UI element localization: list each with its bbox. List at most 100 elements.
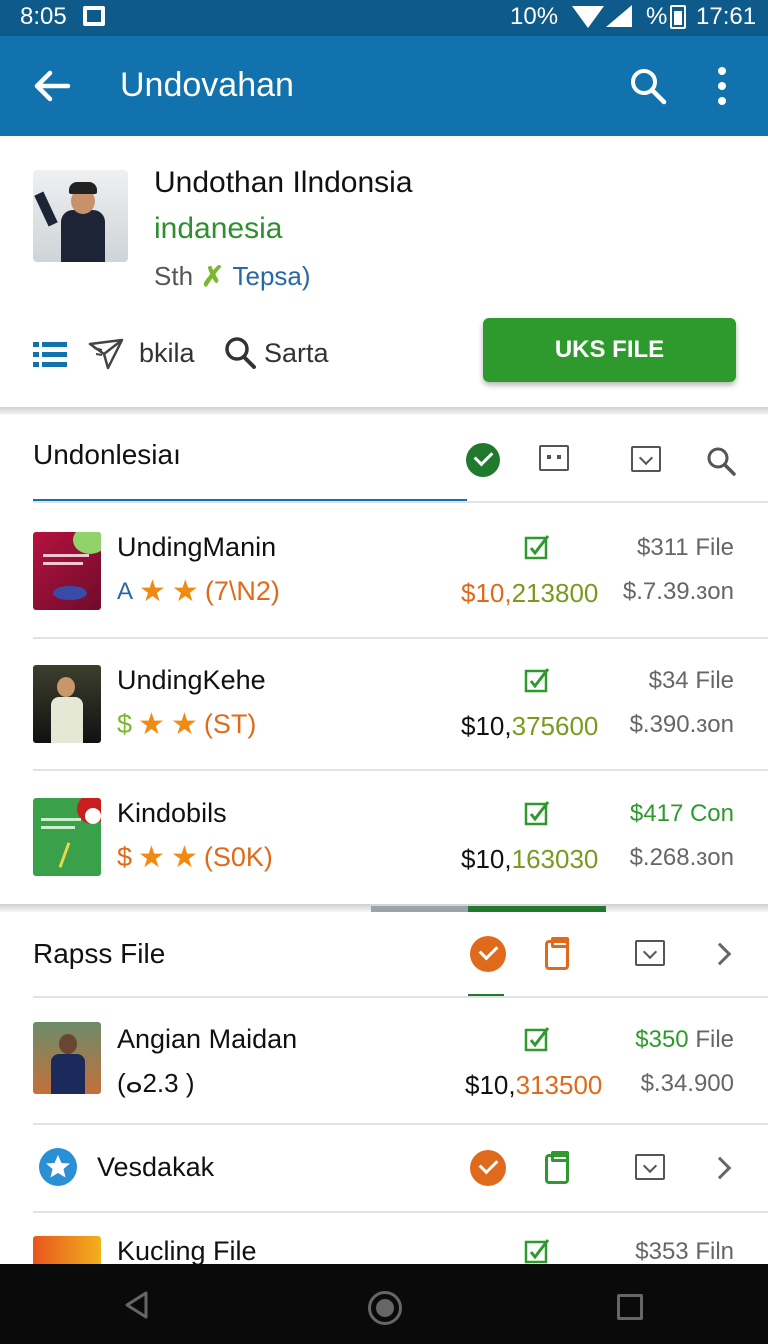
list-item[interactable]: Kindobils $ ★ ★ (S0K) $10,163030 $417 Co… — [0, 770, 768, 902]
send-icon[interactable] — [88, 338, 124, 370]
search-icon[interactable] — [628, 66, 668, 106]
edit-check-icon[interactable] — [524, 534, 550, 560]
item-thumbnail — [33, 1022, 101, 1094]
file-price-word: File — [688, 1026, 734, 1053]
price-tail: 313500 — [515, 1070, 603, 1100]
notification-icon — [83, 6, 105, 26]
item-price: $10,313500 — [465, 1070, 602, 1101]
meta-link[interactable]: Tepsa) — [233, 261, 311, 292]
file-price-value: $350 — [635, 1026, 689, 1053]
system-nav-bar — [0, 1264, 768, 1344]
chevron-right-icon[interactable] — [708, 942, 732, 966]
nav-back-icon[interactable] — [122, 1290, 152, 1320]
meta-label: Sth — [154, 261, 194, 291]
list-item[interactable]: UndingManin A ★ ★ (7\N2) $10,213800 $311… — [0, 504, 768, 636]
section-header-2: Rapss File — [0, 912, 768, 998]
item-title: Angian Maidan — [117, 1024, 298, 1054]
item-rating: A ★ ★ (7\N2) — [117, 576, 280, 607]
profile-name: Undothan Ilndonsia — [154, 166, 413, 199]
chevron-right-icon[interactable] — [708, 1156, 732, 1180]
list-icon[interactable] — [33, 340, 67, 368]
price-tail: 213800 — [511, 578, 599, 608]
rating-text: (7\N2) — [204, 576, 280, 606]
check-circle-icon[interactable] — [470, 936, 506, 972]
divider — [33, 501, 768, 503]
section-divider — [0, 407, 768, 415]
battery-icon — [670, 5, 686, 29]
download-box-icon[interactable] — [635, 940, 665, 966]
list-item[interactable]: Vesdakak — [0, 1124, 768, 1212]
section-title[interactable]: Rapss File — [33, 938, 165, 970]
star-icon: ★ — [171, 574, 199, 608]
list-item[interactable]: Angian Maidan (ⴰ2.3 ) $10,313500 $350 Fi… — [0, 996, 768, 1128]
price-main: $10, — [461, 711, 512, 741]
item-rating: $ ★ ★ (S0K) — [117, 842, 273, 873]
item-title: Vesdakak — [97, 1152, 215, 1182]
status-percent-symbol: % — [646, 3, 668, 30]
item-file-price: $353 Filn — [635, 1238, 734, 1264]
item-rating: (ⴰ2.3 ) — [117, 1068, 195, 1098]
price-main: $10, — [461, 844, 512, 874]
item-prefix: $ — [117, 842, 133, 872]
nav-recents-icon[interactable] — [617, 1294, 643, 1320]
section-header-1: Undonlesiaı — [0, 415, 768, 501]
price-tail: 163030 — [511, 844, 599, 874]
star-icon: ★ — [170, 707, 198, 741]
app-title: Undovahan — [120, 66, 294, 104]
app-bar: Undovahan — [0, 36, 768, 136]
item-price: $10,375600 — [461, 711, 598, 742]
leaf-icon: ✗ — [201, 261, 225, 292]
more-vert-icon[interactable] — [712, 66, 732, 106]
star-icon: ★ — [138, 840, 165, 874]
item-thumbnail — [33, 1236, 101, 1264]
profile-header: Undothan Ilndonsia indanesia Sth ✗ Tepsa… — [0, 136, 768, 410]
check-circle-icon[interactable] — [466, 443, 500, 477]
profile-country: indanesia — [154, 212, 283, 245]
price-main: $10, — [465, 1070, 516, 1100]
edit-check-icon[interactable] — [524, 800, 550, 826]
edit-check-icon[interactable] — [524, 1238, 550, 1264]
sarta-action[interactable]: Sarta — [264, 338, 329, 369]
list-item[interactable]: Kucling File $353 Filn — [0, 1212, 768, 1264]
edit-check-icon[interactable] — [524, 667, 550, 693]
status-clock: 17:61 — [696, 3, 757, 30]
item-price: $10,163030 — [461, 844, 598, 875]
signal-icon — [606, 5, 632, 27]
profile-actions: bkila Sarta UKS FILE — [0, 314, 768, 394]
item-file-price: $350 File — [635, 1026, 734, 1054]
list-item[interactable]: UndingKehe $ ★ ★ (ST) $10,375600 $34 Fil… — [0, 637, 768, 769]
star-icon: ★ — [138, 707, 165, 741]
edit-check-icon[interactable] — [524, 1026, 550, 1052]
item-sub-value: $.34.900 — [640, 1070, 734, 1097]
star-badge-icon — [39, 1148, 77, 1186]
rating-text: (S0K) — [203, 842, 273, 872]
item-title: UndingManin — [117, 532, 277, 562]
item-file-price: $417 Con — [629, 800, 734, 827]
item-sub-value: $.390.ɜon — [629, 711, 734, 738]
star-icon: ★ — [139, 574, 166, 608]
wifi-icon — [572, 6, 604, 28]
section-title[interactable]: Undonlesiaı — [33, 439, 181, 471]
price-tail: 375600 — [511, 711, 599, 741]
clipboard-icon[interactable] — [545, 1151, 569, 1184]
item-file-price: $311 File — [637, 534, 734, 561]
rating-text: (ST) — [203, 709, 257, 739]
nav-home-icon[interactable] — [368, 1291, 402, 1325]
check-circle-icon[interactable] — [470, 1150, 506, 1186]
bkila-action[interactable]: bkila — [139, 338, 195, 369]
price-main: $10, — [461, 578, 512, 608]
item-prefix: A — [117, 577, 134, 605]
item-sub-value: $.7.39.ɜon — [622, 578, 734, 605]
search-icon[interactable] — [224, 336, 256, 370]
item-title: Kucling File — [117, 1236, 257, 1264]
status-time: 8:05 — [20, 3, 67, 30]
uks-file-button[interactable]: UKS FILE — [483, 318, 736, 382]
item-price: $10,213800 — [461, 578, 598, 609]
download-box-icon[interactable] — [635, 1154, 665, 1180]
status-battery-percent: 10% — [510, 3, 559, 30]
clipboard-icon[interactable] — [545, 937, 569, 970]
grid-box-icon[interactable] — [539, 445, 569, 471]
back-arrow-icon[interactable] — [30, 64, 74, 108]
download-box-icon[interactable] — [631, 446, 661, 472]
search-icon[interactable] — [706, 446, 736, 476]
